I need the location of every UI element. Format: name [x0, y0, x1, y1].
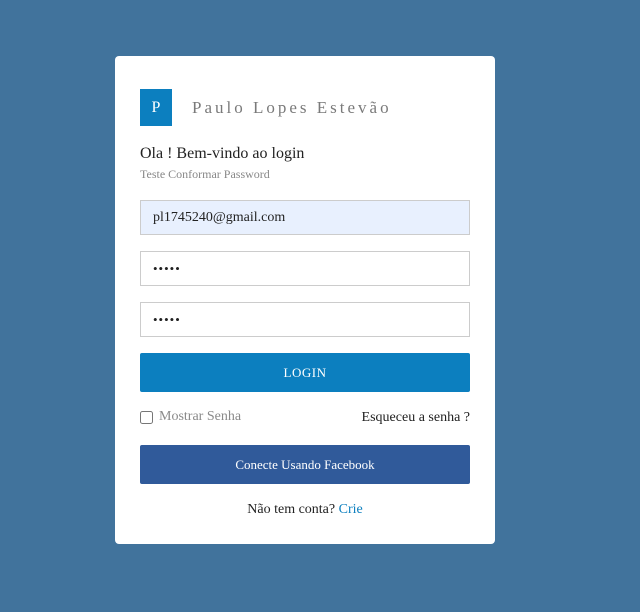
facebook-login-button[interactable]: Conecte Usando Facebook	[140, 445, 470, 484]
password-field[interactable]	[140, 251, 470, 286]
login-button[interactable]: LOGIN	[140, 353, 470, 392]
show-password-checkbox[interactable]	[140, 410, 153, 424]
email-field[interactable]	[140, 200, 470, 235]
brand-logo: P	[140, 89, 172, 126]
signup-prompt: Não tem conta? Crie	[115, 502, 495, 518]
brand-name: Paulo Lopes Estevão	[192, 97, 392, 117]
confirm-password-field[interactable]	[140, 302, 470, 337]
forgot-password-link[interactable]: Esqueceu a senha ?	[362, 410, 470, 426]
brand: P Paulo Lopes Estevão	[140, 89, 392, 126]
show-password-toggle[interactable]: Mostrar Senha	[140, 409, 241, 425]
no-account-text: Não tem conta?	[247, 502, 336, 517]
welcome-heading: Ola ! Bem-vindo ao login	[140, 145, 305, 162]
welcome-subtitle: Teste Conformar Password	[140, 167, 270, 181]
show-password-label: Mostrar Senha	[159, 409, 242, 424]
login-card: P Paulo Lopes Estevão Ola ! Bem-vindo ao…	[115, 56, 495, 544]
brand-logo-letter: P	[151, 98, 161, 116]
signup-link[interactable]: Crie	[339, 502, 363, 517]
